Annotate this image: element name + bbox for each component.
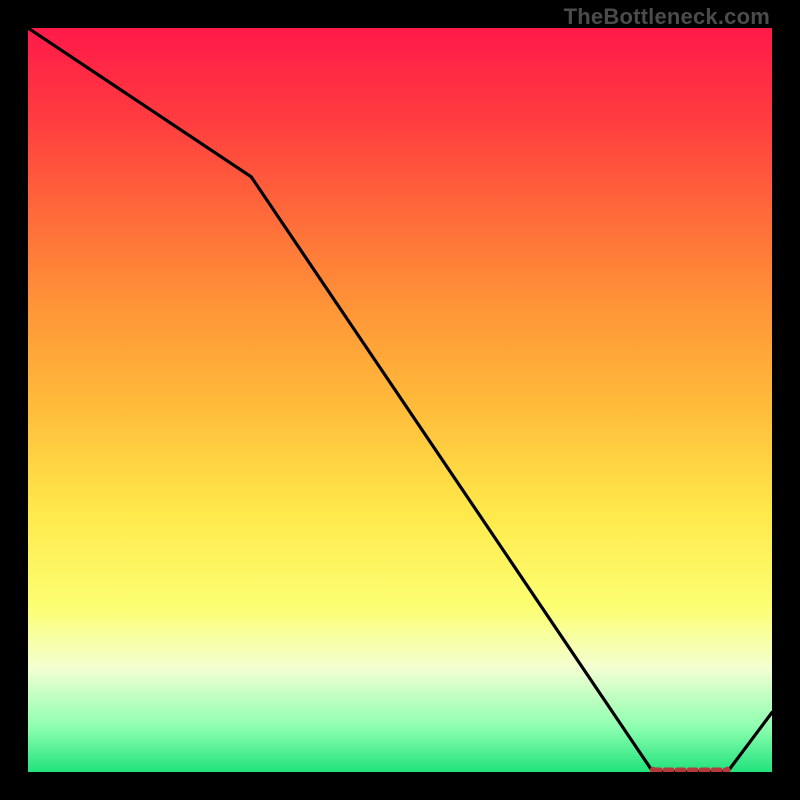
chart-svg [28,28,772,772]
chart-frame: TheBottleneck.com [0,0,800,800]
optimal-range-marker [650,767,731,772]
bottleneck-line-series [28,28,772,772]
plot-area [28,28,772,772]
watermark-text: TheBottleneck.com [564,4,770,30]
series-polyline [28,28,772,772]
